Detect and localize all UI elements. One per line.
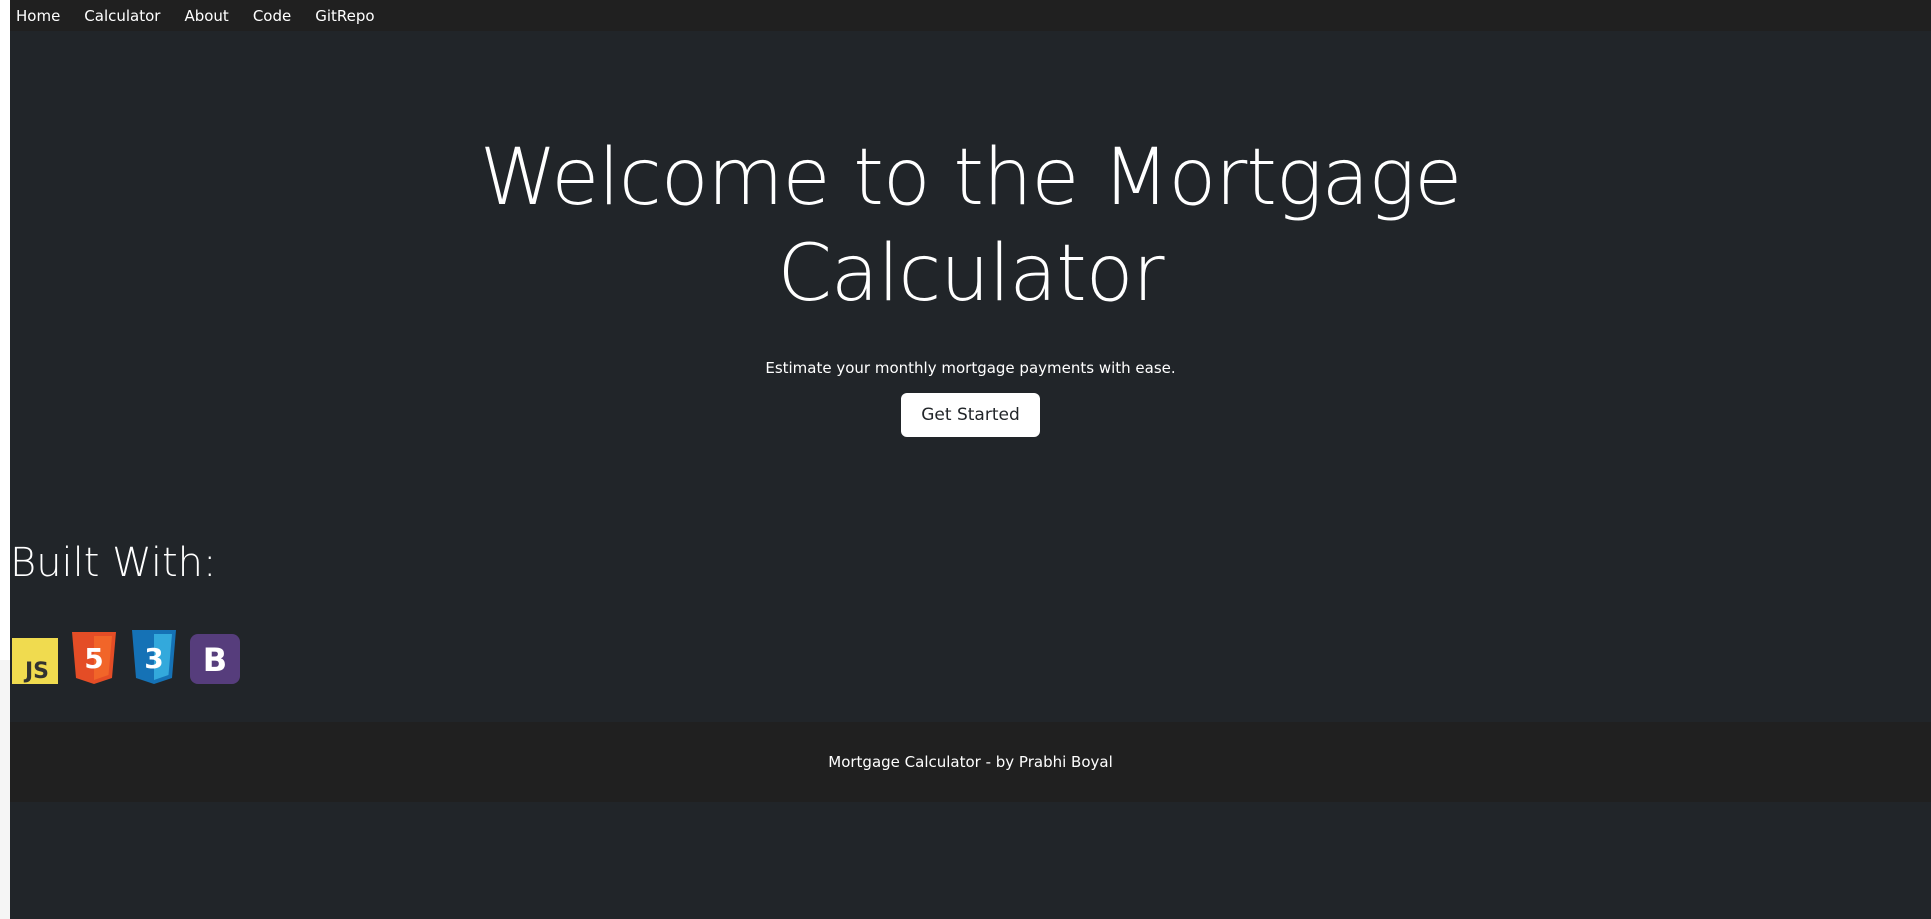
nav-link-gitrepo[interactable]: GitRepo xyxy=(315,7,374,25)
get-started-button[interactable]: Get Started xyxy=(901,393,1040,437)
hero-section: Welcome to the Mortgage Calculator Estim… xyxy=(10,130,1931,437)
nav-link-about[interactable]: About xyxy=(184,7,228,25)
css3-logo-icon: 3 xyxy=(132,630,176,684)
javascript-logo-icon: JS xyxy=(12,638,58,684)
javascript-logo-text: JS xyxy=(23,659,49,684)
footer-text: Mortgage Calculator - by Prabhi Boyal xyxy=(828,753,1113,771)
page: Home Calculator About Code GitRepo Welco… xyxy=(10,0,1931,919)
nav-link-home[interactable]: Home xyxy=(16,7,60,25)
bootstrap-logo-icon: B xyxy=(190,634,240,684)
built-with-heading: Built With: xyxy=(10,540,217,586)
hero-subtitle: Estimate your monthly mortgage payments … xyxy=(765,359,1176,377)
bootstrap-logo-text: B xyxy=(203,641,227,679)
window-edge-notch xyxy=(0,660,10,919)
window-edge xyxy=(0,0,10,919)
html5-logo-icon: 5 xyxy=(72,632,116,684)
html5-logo-text: 5 xyxy=(84,642,103,675)
nav-link-calculator[interactable]: Calculator xyxy=(84,7,160,25)
css3-logo-text: 3 xyxy=(144,642,163,675)
footer: Mortgage Calculator - by Prabhi Boyal xyxy=(10,722,1931,802)
navbar: Home Calculator About Code GitRepo xyxy=(10,0,1931,31)
nav-link-code[interactable]: Code xyxy=(253,7,291,25)
tech-logos: JS 5 3 B xyxy=(12,630,240,684)
hero-title: Welcome to the Mortgage Calculator xyxy=(479,133,1463,319)
